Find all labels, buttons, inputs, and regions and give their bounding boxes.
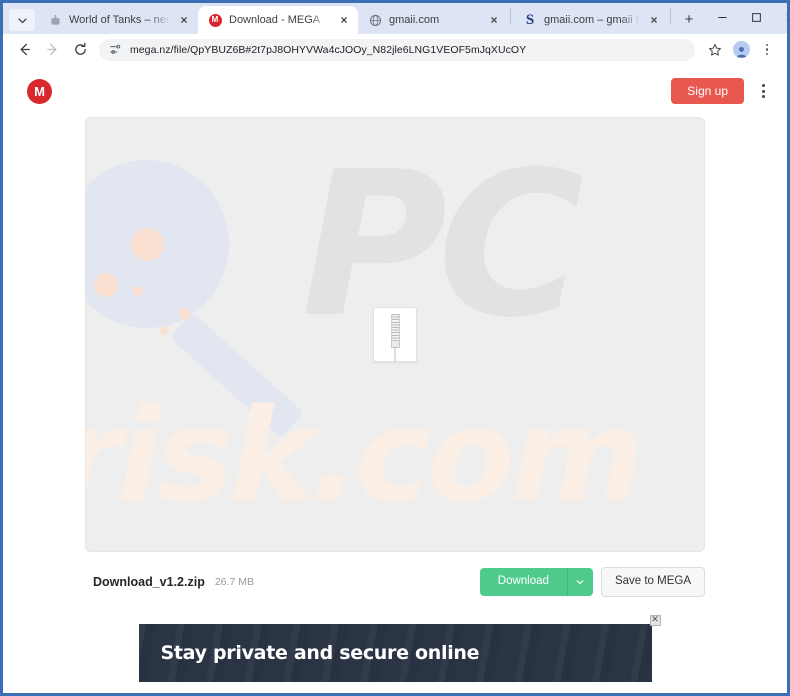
file-preview-card: PC risk.com (85, 117, 705, 552)
back-arrow-icon (20, 43, 30, 56)
close-icon (785, 12, 787, 22)
watermark-magnifier-lens (86, 160, 229, 328)
ad-banner[interactable]: Stay private and secure online ✕ (139, 615, 661, 682)
watermark-dot (94, 273, 118, 297)
three-dot-menu-icon (765, 43, 769, 56)
browser-toolbar: mega.nz/file/QpYBUZ6B#2t7pJ8OHYVWa4cJOOy… (3, 34, 787, 65)
mega-icon: M (208, 13, 222, 27)
site-settings-icon[interactable] (109, 43, 122, 56)
download-button-group: Download (479, 568, 593, 596)
ad-area: Stay private and secure online ✕ (3, 615, 787, 682)
ad-headline: Stay private and secure online (160, 642, 480, 664)
chevron-down-icon (17, 18, 27, 23)
close-window-button[interactable] (773, 3, 787, 31)
tab-title: gmaii.com – gmaii Resourc (544, 14, 640, 26)
tab-divider (510, 8, 511, 24)
url-text: mega.nz/file/QpYBUZ6B#2t7pJ8OHYVWa4cJOOy… (130, 43, 527, 56)
file-action-buttons: Download Save to MEGA (479, 567, 705, 597)
mega-logo[interactable]: M (27, 78, 52, 104)
maximize-button[interactable] (739, 3, 773, 31)
page-content: M Sign up PC risk.com Download_v1.2.zip … (3, 65, 787, 693)
tab-title: World of Tanks – nemokam (69, 14, 170, 26)
profile-avatar-icon (732, 41, 750, 58)
minimize-icon (717, 16, 727, 18)
watermark-dot (179, 308, 191, 320)
reload-button[interactable] (67, 37, 93, 63)
tank-icon (48, 13, 62, 27)
download-button[interactable]: Download (479, 568, 567, 596)
browser-window: World of Tanks – nemokam × M Download - … (0, 0, 790, 696)
sedo-s-icon: S (525, 11, 535, 28)
tab-gmaii[interactable]: gmaii.com × (358, 6, 508, 34)
ad-close-button[interactable]: ✕ (649, 615, 661, 626)
watermark-magnifier-handle (169, 312, 304, 439)
tab-world-of-tanks[interactable]: World of Tanks – nemokam × (38, 6, 198, 34)
chevron-down-icon (577, 580, 584, 585)
tab-close-button[interactable]: × (176, 12, 192, 28)
browser-menu-button[interactable] (755, 38, 779, 62)
globe-icon (368, 13, 382, 27)
sign-up-button[interactable]: Sign up (671, 78, 744, 104)
tab-divider (670, 8, 671, 24)
zip-file-icon (373, 307, 417, 362)
preview-area: PC risk.com (3, 117, 787, 552)
profile-button[interactable] (729, 38, 753, 62)
file-name: Download_v1.2.zip (93, 575, 205, 589)
tab-gmaii-resources[interactable]: S gmaii.com – gmaii Resourc × (513, 6, 668, 34)
new-tab-button[interactable]: + (677, 7, 701, 31)
bookmark-button[interactable] (703, 38, 727, 62)
tab-close-button[interactable]: × (486, 12, 502, 28)
tab-close-button[interactable]: × (336, 12, 352, 28)
star-icon (709, 43, 721, 56)
tab-title: Download - MEGA (229, 14, 321, 26)
back-button[interactable] (11, 37, 37, 63)
address-bar[interactable]: mega.nz/file/QpYBUZ6B#2t7pJ8OHYVWa4cJOOy… (99, 38, 695, 61)
tab-title: gmaii.com (389, 14, 440, 26)
window-controls (705, 3, 787, 34)
watermark-text-pc: PC (301, 129, 584, 362)
tab-close-button[interactable]: × (646, 12, 662, 28)
maximize-icon (751, 12, 761, 22)
save-to-mega-button[interactable]: Save to MEGA (600, 567, 705, 597)
header-actions: Sign up (671, 78, 771, 104)
forward-button[interactable] (39, 37, 65, 63)
reload-icon (74, 42, 86, 55)
tab-search-button[interactable] (9, 9, 35, 31)
mega-site-header: M Sign up (3, 65, 787, 117)
file-size: 26.7 MB (214, 576, 254, 588)
watermark-text-risk: risk.com (86, 382, 644, 531)
zipper-graphic (390, 314, 400, 361)
watermark-dot (133, 286, 143, 296)
watermark-dot (160, 326, 169, 335)
forward-arrow-icon (46, 43, 56, 56)
minimize-button[interactable] (705, 3, 739, 31)
three-dot-menu-icon[interactable] (756, 80, 771, 102)
file-info-bar: Download_v1.2.zip 26.7 MB Download Save … (3, 552, 787, 598)
download-options-button[interactable] (566, 568, 593, 596)
tab-download-mega[interactable]: M Download - MEGA × (198, 6, 358, 34)
watermark-dot (131, 228, 164, 261)
tab-strip: World of Tanks – nemokam × M Download - … (3, 3, 787, 34)
